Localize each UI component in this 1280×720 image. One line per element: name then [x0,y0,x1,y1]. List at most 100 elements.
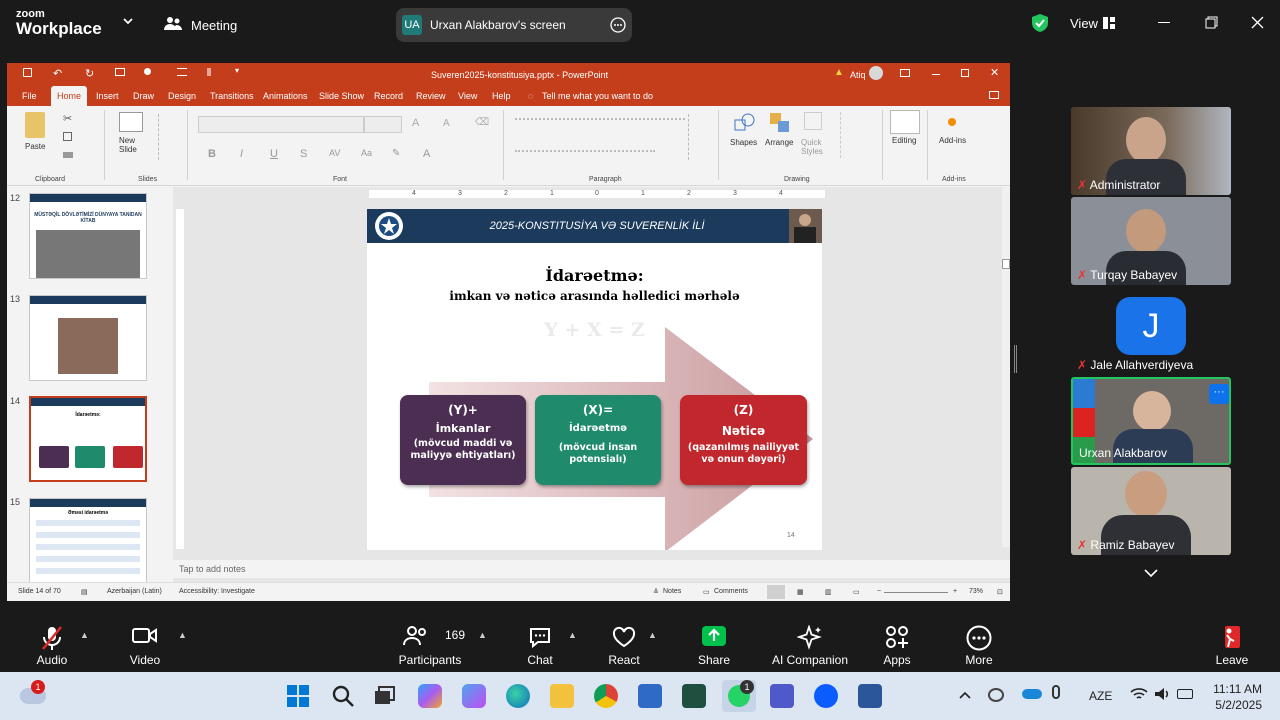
language-indicator[interactable]: Azerbaijan (Latin) [107,588,162,595]
participant-tile[interactable]: ✗ Ramiz Babayev [1071,467,1231,555]
tell-me-search[interactable]: Tell me what you want to do [542,91,653,101]
screen-share-pill[interactable]: UA Urxan Alakbarov's screen [396,8,632,42]
addins-icon[interactable] [948,118,956,126]
audio-options-icon[interactable]: ▲ [80,630,89,640]
tab-transitions[interactable]: Transitions [210,91,254,101]
ribbon-display-icon[interactable] [900,69,910,77]
file-explorer-icon[interactable] [550,684,574,708]
chrome-icon[interactable] [594,684,618,708]
bold-icon[interactable]: B [208,148,216,160]
underline-icon[interactable]: U [270,148,278,160]
comments-icon[interactable] [989,91,999,99]
edge-icon[interactable] [506,684,530,708]
chat-options-icon[interactable]: ▲ [568,630,577,640]
more-options-icon[interactable] [610,17,626,33]
gallery-scroll-down-icon[interactable] [1144,568,1158,578]
participant-tile[interactable]: ✗ Turqay Babayev [1071,197,1231,285]
volume-icon[interactable] [1154,687,1172,701]
slide-thumb-12[interactable]: MÜSTƏQİL DÖVLƏTİMİZİ DÜNYAYA TANIDAN KİT… [29,193,147,279]
tab-view[interactable]: View [458,91,477,101]
shapes-icon[interactable] [734,112,756,134]
slide-thumb-14[interactable]: İdarəetmə: [29,396,147,482]
participants-button[interactable]: 169 Participants [396,614,465,672]
undo-icon[interactable]: ↶ [53,67,62,80]
video-options-icon[interactable]: ▲ [178,630,187,640]
font-color-icon[interactable]: A [423,148,430,160]
copy-icon[interactable] [63,132,72,141]
clock-time[interactable]: 11:11 AM [1210,682,1262,696]
chevron-up-icon[interactable] [959,691,971,699]
language-indicator[interactable]: AZE [1089,689,1112,703]
share-button[interactable]: Share [690,614,738,672]
zoom-icon[interactable] [814,684,838,708]
user-name[interactable]: Atiq [850,70,866,80]
leave-button[interactable]: Leave [1210,614,1254,672]
tab-review[interactable]: Review [416,91,446,101]
accessibility-status[interactable]: Accessibility: Investigate [179,588,255,595]
format-painter-icon[interactable] [63,152,73,158]
editing-icon[interactable] [890,110,920,134]
participant-tile-active[interactable]: ··· Urxan Alakbarov [1071,377,1231,465]
new-slide-icon[interactable] [119,112,143,132]
onedrive-icon[interactable] [1022,689,1042,699]
char-spacing-icon[interactable]: AV [329,148,340,158]
cut-icon[interactable]: ✂ [63,112,72,125]
new-slide-button[interactable]: New Slide [119,136,149,154]
teams-icon[interactable] [770,684,794,708]
quick-styles-button[interactable]: Quick Styles [801,138,829,156]
word-icon[interactable] [858,684,882,708]
wifi-icon[interactable] [1130,687,1148,701]
present-icon[interactable] [115,68,125,76]
shape-format-buttons[interactable] [840,112,854,158]
notes-placeholder[interactable]: Tap to add notes [179,564,246,574]
tab-draw[interactable]: Draw [133,91,154,101]
font-name-field[interactable] [198,116,364,133]
clock-date[interactable]: 5/2/2025 [1206,698,1262,712]
search-icon[interactable] [331,684,355,708]
user-avatar[interactable] [869,66,883,80]
reading-view-icon[interactable]: ▥ [825,588,832,596]
zoom-out-icon[interactable]: − [877,588,881,595]
fit-slide-icon[interactable]: ⊡ [997,588,1003,596]
strikethrough-icon[interactable]: S [300,148,307,160]
align-buttons[interactable] [515,150,655,158]
ppt-close-icon[interactable]: ✕ [990,66,999,79]
participant-tile[interactable]: ✗ Administrator [1071,107,1231,195]
video-button[interactable]: Video [117,614,173,672]
tab-help[interactable]: Help [492,91,511,101]
react-button[interactable]: React [600,614,648,672]
save-icon[interactable] [23,68,32,77]
meeting-label[interactable]: Meeting [191,18,237,33]
zoom-in-icon[interactable]: + [953,588,957,595]
view-button[interactable]: View [1070,16,1098,31]
slide-thumb-15[interactable]: Əməsi idarəetmə [29,498,147,583]
security-tray-icon[interactable] [988,688,1004,702]
close-icon[interactable] [1251,16,1264,29]
slide-thumb-13[interactable] [29,295,147,381]
spellcheck-icon[interactable]: ▤ [81,588,88,596]
participants-options-icon[interactable]: ▲ [478,630,487,640]
font-size-field[interactable] [364,116,402,133]
store-icon[interactable] [638,684,662,708]
more-button[interactable]: More [956,614,1002,672]
shapes-button[interactable]: Shapes [730,138,757,147]
chevron-down-icon[interactable] [122,17,134,27]
task-view-icon[interactable] [372,684,396,708]
addins-button[interactable]: Add-ins [939,136,966,145]
audio-button[interactable]: Audio [24,614,80,672]
decrease-font-icon[interactable]: A [443,118,450,129]
quick-styles-icon[interactable] [804,112,822,130]
comments-button[interactable]: Comments [714,588,748,595]
increase-font-icon[interactable]: A [412,117,419,129]
arrange-icon[interactable] [769,112,791,134]
security-shield-icon[interactable] [1031,13,1049,33]
slide-layout-buttons[interactable] [158,114,174,160]
editing-button[interactable]: Editing [892,136,916,145]
zoom-level[interactable]: 73% [969,588,983,595]
format-icon[interactable] [177,68,187,76]
ppt-minimize-icon[interactable] [932,74,940,75]
pen-icon[interactable] [144,68,151,75]
slideshow-view-icon[interactable]: ▭ [853,588,860,596]
ai-companion-button[interactable]: AI Companion [768,614,852,672]
notes-button[interactable]: Notes [663,588,681,595]
